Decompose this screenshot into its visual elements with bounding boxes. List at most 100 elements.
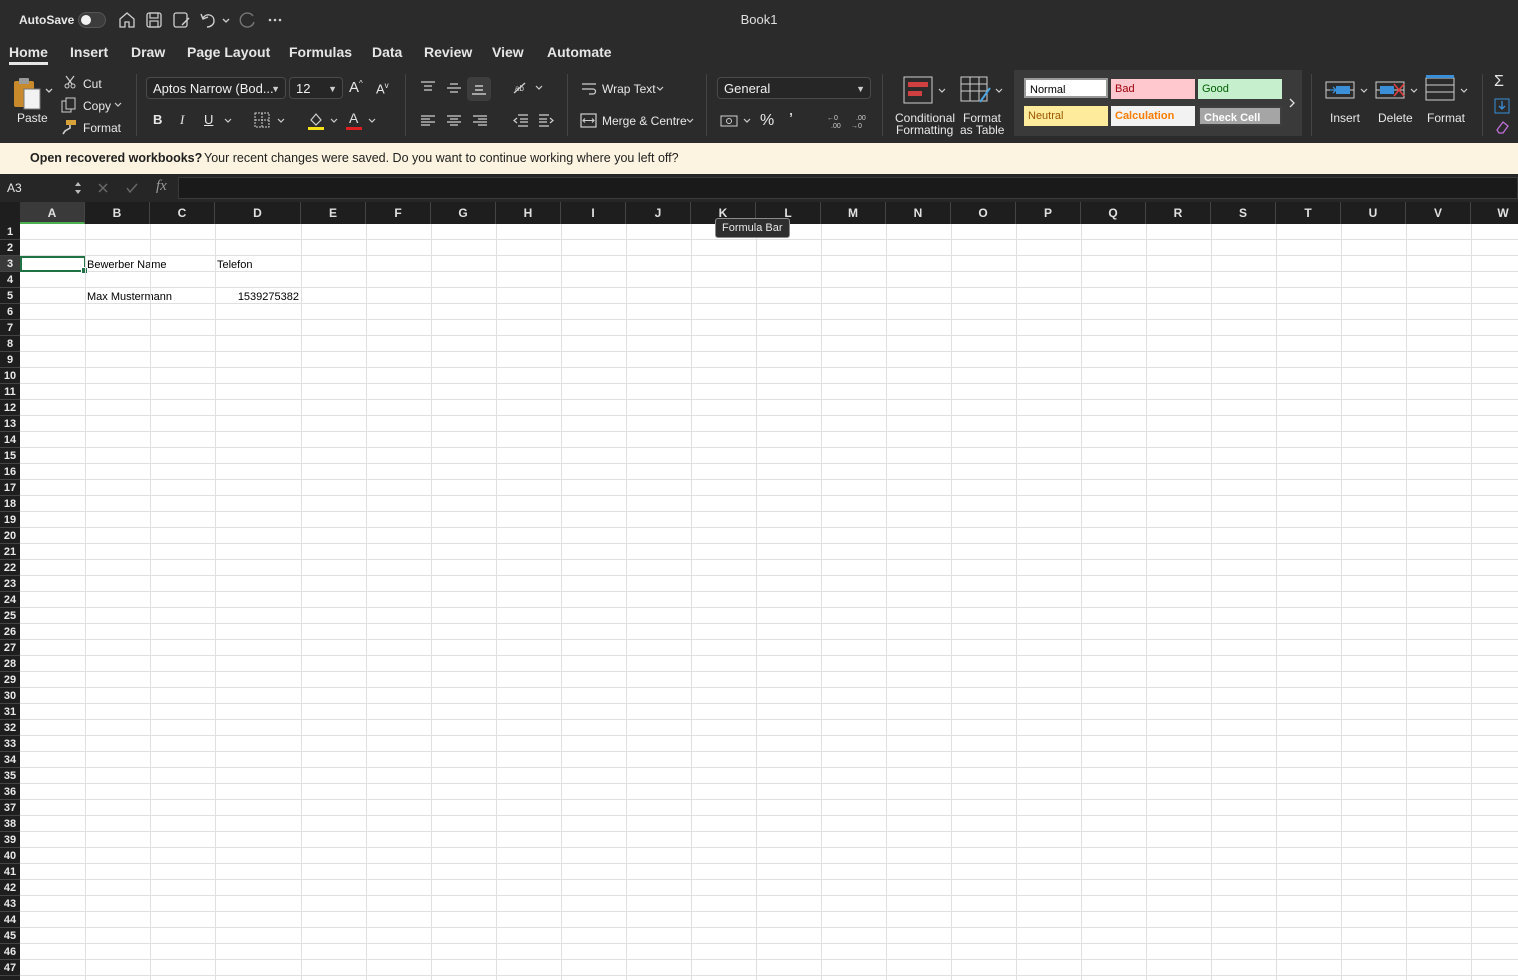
column-header-p[interactable]: P bbox=[1016, 202, 1081, 224]
enter-check-icon[interactable] bbox=[125, 182, 139, 194]
format-dropdown-icon[interactable] bbox=[1460, 87, 1468, 95]
column-header-d[interactable]: D bbox=[215, 202, 301, 224]
undo-icon[interactable] bbox=[198, 10, 218, 30]
increase-indent-icon[interactable] bbox=[538, 113, 555, 128]
percent-style-icon[interactable]: % bbox=[760, 112, 774, 130]
cell-b5[interactable]: Max Mustermann bbox=[87, 289, 172, 305]
column-header-j[interactable]: J bbox=[626, 202, 691, 224]
wrap-text-button[interactable]: Wrap Text bbox=[602, 82, 656, 96]
row-header-22[interactable]: 22 bbox=[0, 560, 20, 576]
align-center-icon[interactable] bbox=[446, 114, 462, 128]
font-size-select[interactable]: 12 ▼ bbox=[289, 77, 343, 99]
row-header-10[interactable]: 10 bbox=[0, 368, 20, 384]
style-good[interactable]: Good bbox=[1198, 79, 1282, 99]
column-header-n[interactable]: N bbox=[886, 202, 951, 224]
insert-function-icon[interactable]: fx bbox=[156, 178, 167, 195]
row-header-3[interactable]: 3 bbox=[0, 256, 20, 272]
row-header-24[interactable]: 24 bbox=[0, 592, 20, 608]
borders-icon[interactable] bbox=[254, 112, 270, 128]
row-header-2[interactable]: 2 bbox=[0, 240, 20, 256]
row-header-39[interactable]: 39 bbox=[0, 832, 20, 848]
row-header-34[interactable]: 34 bbox=[0, 752, 20, 768]
row-header-9[interactable]: 9 bbox=[0, 352, 20, 368]
column-header-g[interactable]: G bbox=[431, 202, 496, 224]
row-header-30[interactable]: 30 bbox=[0, 688, 20, 704]
fill-color-dropdown-icon[interactable] bbox=[330, 117, 338, 125]
clear-icon[interactable] bbox=[1494, 119, 1510, 135]
cell-d5[interactable]: 1539275382 bbox=[215, 289, 299, 305]
row-header-26[interactable]: 26 bbox=[0, 624, 20, 640]
paste-icon[interactable] bbox=[12, 76, 42, 110]
row-header-13[interactable]: 13 bbox=[0, 416, 20, 432]
column-header-q[interactable]: Q bbox=[1081, 202, 1146, 224]
more-options-icon[interactable] bbox=[265, 10, 285, 30]
cancel-icon[interactable] bbox=[97, 182, 109, 194]
save-icon[interactable] bbox=[144, 10, 164, 30]
style-calculation[interactable]: Calculation bbox=[1111, 106, 1195, 126]
row-header-11[interactable]: 11 bbox=[0, 384, 20, 400]
wrap-text-dropdown-icon[interactable] bbox=[656, 85, 664, 93]
row-header-42[interactable]: 42 bbox=[0, 880, 20, 896]
column-header-f[interactable]: F bbox=[366, 202, 431, 224]
row-header-32[interactable]: 32 bbox=[0, 720, 20, 736]
row-header-12[interactable]: 12 bbox=[0, 400, 20, 416]
accounting-format-icon[interactable] bbox=[720, 113, 740, 129]
align-top-icon[interactable] bbox=[420, 80, 436, 94]
row-header-35[interactable]: 35 bbox=[0, 768, 20, 784]
tab-data[interactable]: Data bbox=[372, 44, 402, 60]
decrease-decimal-icon[interactable]: .00→0 bbox=[850, 112, 870, 130]
format-cells-icon[interactable] bbox=[1424, 74, 1458, 104]
row-header-14[interactable]: 14 bbox=[0, 432, 20, 448]
tab-automate[interactable]: Automate bbox=[547, 44, 612, 60]
style-bad[interactable]: Bad bbox=[1111, 79, 1195, 99]
redo-icon[interactable] bbox=[238, 10, 258, 30]
row-header-19[interactable]: 19 bbox=[0, 512, 20, 528]
column-header-b[interactable]: B bbox=[85, 202, 150, 224]
format-table-dropdown-icon[interactable] bbox=[995, 87, 1003, 95]
column-header-e[interactable]: E bbox=[301, 202, 366, 224]
row-header-23[interactable]: 23 bbox=[0, 576, 20, 592]
row-header-31[interactable]: 31 bbox=[0, 704, 20, 720]
fill-down-icon[interactable] bbox=[1494, 98, 1510, 114]
paste-dropdown-icon[interactable] bbox=[44, 86, 54, 96]
column-header-m[interactable]: M bbox=[821, 202, 886, 224]
delete-cells-button[interactable]: Delete bbox=[1378, 111, 1413, 125]
column-header-i[interactable]: I bbox=[561, 202, 626, 224]
row-header-4[interactable]: 4 bbox=[0, 272, 20, 288]
row-header-33[interactable]: 33 bbox=[0, 736, 20, 752]
row-header-44[interactable]: 44 bbox=[0, 912, 20, 928]
tab-insert[interactable]: Insert bbox=[70, 44, 108, 60]
font-color-dropdown-icon[interactable] bbox=[368, 117, 376, 125]
row-header-28[interactable]: 28 bbox=[0, 656, 20, 672]
decrease-indent-icon[interactable] bbox=[512, 113, 529, 128]
row-header-20[interactable]: 20 bbox=[0, 528, 20, 544]
format-as-table-icon[interactable] bbox=[960, 76, 992, 104]
align-right-icon[interactable] bbox=[472, 114, 488, 128]
row-header-1[interactable]: 1 bbox=[0, 224, 20, 240]
font-name-select[interactable]: Aptos Narrow (Bod... ▼ bbox=[146, 77, 286, 99]
font-color-icon[interactable]: A bbox=[345, 110, 363, 131]
column-header-h[interactable]: H bbox=[496, 202, 561, 224]
chevron-right-icon[interactable] bbox=[1288, 98, 1296, 108]
tab-view[interactable]: View bbox=[492, 44, 524, 60]
row-header-29[interactable]: 29 bbox=[0, 672, 20, 688]
column-header-v[interactable]: V bbox=[1406, 202, 1471, 224]
tab-formulas[interactable]: Formulas bbox=[289, 44, 352, 60]
format-painter-button[interactable]: Format bbox=[83, 121, 121, 135]
cell-d3[interactable]: Telefon bbox=[217, 257, 252, 273]
row-header-25[interactable]: 25 bbox=[0, 608, 20, 624]
align-bottom-button[interactable] bbox=[467, 77, 491, 101]
tab-home[interactable]: Home bbox=[9, 44, 48, 65]
row-header-21[interactable]: 21 bbox=[0, 544, 20, 560]
column-header-a[interactable]: A bbox=[20, 202, 85, 224]
selected-cell-a3[interactable] bbox=[20, 256, 88, 274]
column-header-w[interactable]: W bbox=[1471, 202, 1518, 224]
column-header-u[interactable]: U bbox=[1341, 202, 1406, 224]
formula-input[interactable] bbox=[178, 177, 1518, 199]
delete-dropdown-icon[interactable] bbox=[1410, 87, 1418, 95]
style-neutral[interactable]: Neutral bbox=[1024, 106, 1108, 126]
conditional-formatting-icon[interactable] bbox=[903, 76, 933, 104]
insert-cells-icon[interactable] bbox=[1324, 76, 1358, 104]
merge-centre-button[interactable]: Merge & Centre bbox=[602, 114, 687, 128]
row-header-6[interactable]: 6 bbox=[0, 304, 20, 320]
